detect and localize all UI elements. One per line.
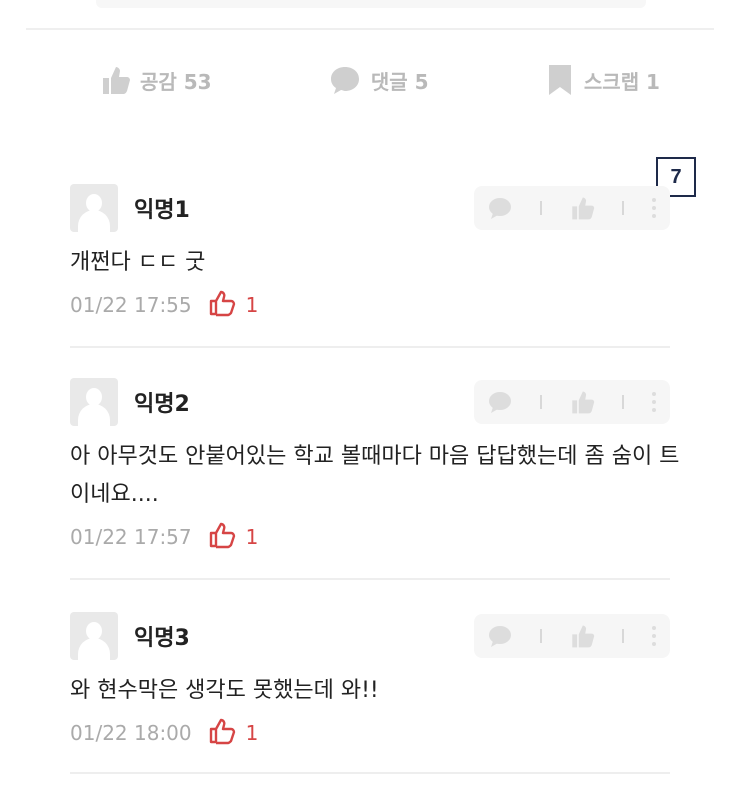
comment-toolbar [474,380,670,424]
comment-like-button[interactable]: 1 [208,717,259,750]
reply-icon[interactable] [487,390,513,414]
comment-nickname: 익명2 [134,392,190,417]
comment-like-count: 1 [245,293,259,317]
comment-toolbar [474,614,670,658]
thumbs-up-icon [100,64,130,96]
reply-icon[interactable] [487,196,513,220]
thumbs-up-outline-icon [208,289,238,322]
comment-count-label: 댓글 5 [370,69,429,94]
separator [540,395,543,409]
comment-text: 개쩐다 ㄷㄷ 굿 [70,250,206,275]
comment-timestamp: 01/22 18:00 [70,721,192,745]
divider [26,28,714,30]
avatar [70,184,118,232]
separator [621,629,624,643]
comment-nickname: 익명1 [134,198,190,223]
more-options-icon[interactable] [651,625,657,647]
post-action-bar: 공감 53 댓글 5 스크랩 1 [60,52,700,108]
separator [540,629,543,643]
thumbs-up-outline-icon [208,717,238,750]
like-count-label: 공감 53 [140,69,212,94]
comment-like-count: 1 [245,525,259,549]
comment-timestamp: 01/22 17:57 [70,525,192,549]
scrap-count-label: 스크랩 1 [583,69,660,94]
thumbs-up-icon[interactable] [569,623,595,649]
more-options-icon[interactable] [651,197,657,219]
speech-bubble-icon [329,65,361,95]
comment-meta: 01/22 17:57 1 [70,520,670,554]
comment-divider [70,346,670,348]
comment-text: 와 현수막은 생각도 못했는데 와!! [70,678,379,703]
comment-count-button[interactable]: 댓글 5 [289,65,469,95]
bookmark-icon [546,64,574,96]
thumbs-up-outline-icon [208,521,238,554]
comment-toolbar [474,186,670,230]
comment-timestamp: 01/22 17:55 [70,293,192,317]
comment-item: 익명1 개쩐다 ㄷㄷ 굿 01/22 17:55 1 [70,184,670,322]
like-post-button[interactable]: 공감 53 [60,64,252,96]
avatar [70,378,118,426]
comment-item: 익명3 와 현수막은 생각도 못했는데 와!! 01/22 18:00 1 [70,612,670,750]
comment-like-count: 1 [245,721,259,745]
separator [621,201,624,215]
comment-header: 익명1 [70,184,670,232]
comment-like-button[interactable]: 1 [208,521,259,554]
more-options-icon[interactable] [651,391,657,413]
reply-icon[interactable] [487,624,513,648]
comment-header: 익명3 [70,612,670,660]
scrap-button[interactable]: 스크랩 1 [506,64,700,96]
comment-like-button[interactable]: 1 [208,289,259,322]
separator [540,201,543,215]
separator [621,395,624,409]
comment-divider [70,578,670,580]
comment-nickname: 익명3 [134,626,190,651]
comment-item: 익명2 아 아무것도 안붙어있는 학교 볼때마다 마음 답답했는데 좀 숨이 트… [70,378,679,554]
comment-meta: 01/22 18:00 1 [70,716,670,750]
thumbs-up-icon[interactable] [569,195,595,221]
comment-header: 익명2 [70,378,670,426]
thumbs-up-icon[interactable] [569,389,595,415]
previous-content-stub [96,0,646,8]
comment-divider [70,772,670,774]
comment-meta: 01/22 17:55 1 [70,288,670,322]
comment-text: 아 아무것도 안붙어있는 학교 볼때마다 마음 답답했는데 좀 숨이 트이네요.… [70,444,680,507]
avatar [70,612,118,660]
